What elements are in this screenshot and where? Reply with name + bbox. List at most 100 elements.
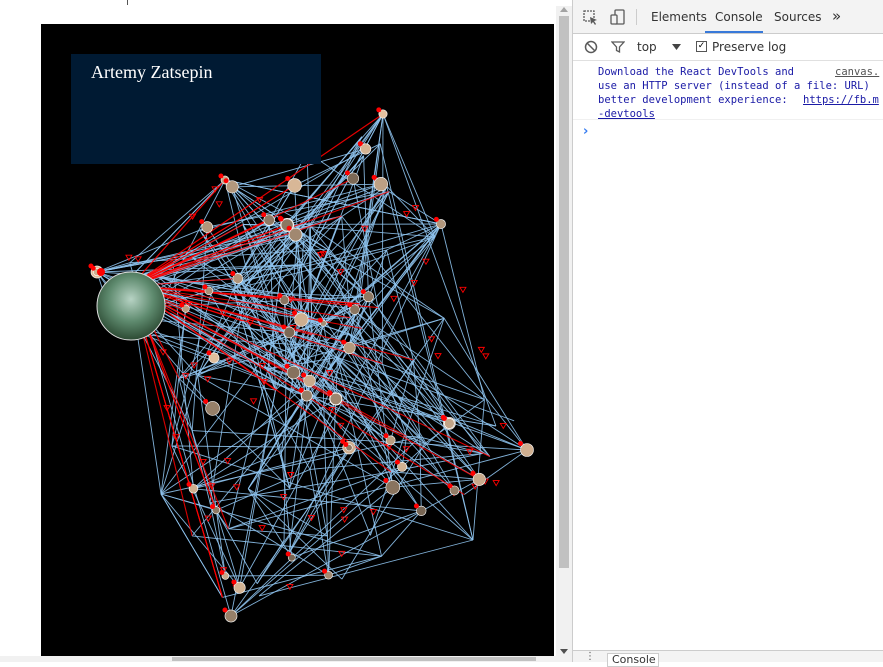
page-vertical-scrollbar[interactable]: [556, 6, 572, 656]
graph-edge: [257, 540, 284, 584]
devtools-panel: Elements Console Sources » top ✓ Preserv…: [572, 0, 883, 662]
message-source-link[interactable]: canvas.: [835, 66, 879, 78]
console-message: Download the React DevTools and canvas. …: [573, 62, 883, 120]
graph-edge: [387, 186, 435, 237]
graph-node-marker: [347, 302, 352, 307]
graph-node-marker: [299, 388, 304, 393]
clear-console-icon[interactable]: [584, 40, 598, 54]
edge-arrow-marker: [500, 423, 506, 428]
edge-arrow-marker: [216, 202, 222, 207]
drawer-tab-console[interactable]: Console: [607, 653, 659, 667]
message-url-link-cont[interactable]: -devtools: [598, 108, 655, 120]
graph-edge: [231, 467, 402, 616]
graph-node-marker: [341, 340, 346, 345]
graph-node-marker: [218, 173, 223, 178]
drawer-menu-icon[interactable]: ⋮: [585, 653, 595, 661]
graph-edge: [383, 114, 435, 237]
device-toolbar-icon[interactable]: [610, 9, 626, 26]
graph-node-marker: [285, 176, 290, 181]
graph-node-marker: [345, 170, 350, 175]
edge-arrow-marker: [493, 481, 499, 486]
graph-node-marker: [384, 433, 389, 438]
edge-arrow-marker: [460, 287, 466, 292]
graph-node-marker: [471, 471, 476, 476]
graph-node-avatar[interactable]: [295, 313, 309, 327]
horizontal-scroll-thumb[interactable]: [172, 657, 536, 661]
active-tab-indicator: [705, 31, 763, 33]
graph-node-avatar[interactable]: [226, 181, 238, 193]
graph-node-marker: [202, 284, 207, 289]
central-user-avatar[interactable]: [97, 272, 165, 340]
page-horizontal-scrollbar[interactable]: [0, 656, 572, 662]
inspect-element-icon[interactable]: [583, 10, 599, 26]
edge-arrow-marker: [341, 508, 347, 513]
edge-arrow-marker: [338, 423, 344, 428]
graph-node-avatar[interactable]: [289, 228, 302, 241]
graph-node-avatar[interactable]: [520, 443, 533, 456]
central-node-marker: [97, 268, 105, 276]
tab-console[interactable]: Console: [715, 10, 763, 24]
graph-node-marker: [179, 302, 184, 307]
graph-node-avatar[interactable]: [288, 179, 302, 193]
graph-node-avatar[interactable]: [206, 401, 220, 415]
graph-edge: [228, 369, 267, 529]
graph-node-marker: [261, 212, 266, 217]
graph-node-marker: [442, 416, 447, 421]
toolbar-separator: [636, 9, 637, 25]
context-dropdown-icon[interactable]: [672, 44, 681, 50]
graph-node-marker: [210, 504, 215, 509]
graph-canvas[interactable]: Artemy Zatsepin: [41, 24, 554, 658]
tab-sources[interactable]: Sources: [774, 10, 821, 24]
edge-arrow-marker: [483, 354, 489, 359]
context-selector[interactable]: top: [637, 40, 657, 54]
graph-node-marker: [301, 373, 306, 378]
page-viewport: Artemy Zatsepin: [0, 6, 556, 662]
graph-edge: [210, 472, 391, 503]
graph-node-marker: [219, 570, 224, 575]
graph-node-marker: [222, 607, 227, 612]
graph-node-marker: [206, 350, 211, 355]
graph-node-marker: [286, 552, 291, 557]
vertical-scroll-thumb[interactable]: [559, 16, 569, 568]
graph-node-marker: [395, 460, 400, 465]
graph-node-marker: [224, 178, 229, 183]
graph-node-marker: [287, 226, 292, 231]
graph-node-marker: [328, 391, 333, 396]
graph-edge: [172, 446, 473, 540]
preserve-log-checkbox[interactable]: ✓: [696, 41, 707, 52]
graph-edge: [248, 489, 292, 558]
graph-node-marker: [414, 504, 419, 509]
graph-node-marker: [281, 324, 286, 329]
graph-edge: [192, 431, 527, 450]
graph-node-marker: [343, 442, 348, 447]
graph-node-marker: [91, 266, 96, 271]
console-filter-bar: top ✓ Preserve log: [573, 34, 883, 61]
graph-node-marker: [361, 289, 366, 294]
author-name-box: Artemy Zatsepin: [71, 54, 321, 164]
author-name: Artemy Zatsepin: [91, 62, 212, 83]
edge-arrow-marker: [251, 399, 257, 404]
message-url-link[interactable]: https://fb.m: [803, 94, 879, 106]
more-tabs-icon[interactable]: »: [832, 7, 841, 25]
scroll-down-arrow-icon[interactable]: [560, 649, 568, 654]
graph-edge: [441, 224, 484, 400]
graph-node-avatar[interactable]: [287, 366, 300, 379]
graph-node-marker: [318, 318, 323, 323]
graph-node-marker: [383, 478, 388, 483]
graph-node-marker: [277, 293, 282, 298]
graph-edge: [259, 487, 393, 596]
graph-node-marker: [285, 364, 290, 369]
graph-node-avatar[interactable]: [374, 177, 388, 191]
edge-arrow-marker: [478, 347, 484, 352]
graph-node-avatar[interactable]: [473, 473, 485, 485]
graph-node-marker: [358, 141, 363, 146]
graph-node-avatar[interactable]: [386, 480, 400, 494]
graph-node-avatar[interactable]: [225, 610, 237, 622]
console-prompt-icon[interactable]: ›: [583, 124, 588, 139]
graph-node-marker: [199, 219, 204, 224]
graph-edge: [370, 318, 444, 535]
scroll-up-arrow-icon[interactable]: [560, 7, 568, 12]
tab-elements[interactable]: Elements: [651, 10, 707, 24]
filter-icon[interactable]: [611, 40, 625, 54]
graph-edge: [338, 357, 515, 420]
